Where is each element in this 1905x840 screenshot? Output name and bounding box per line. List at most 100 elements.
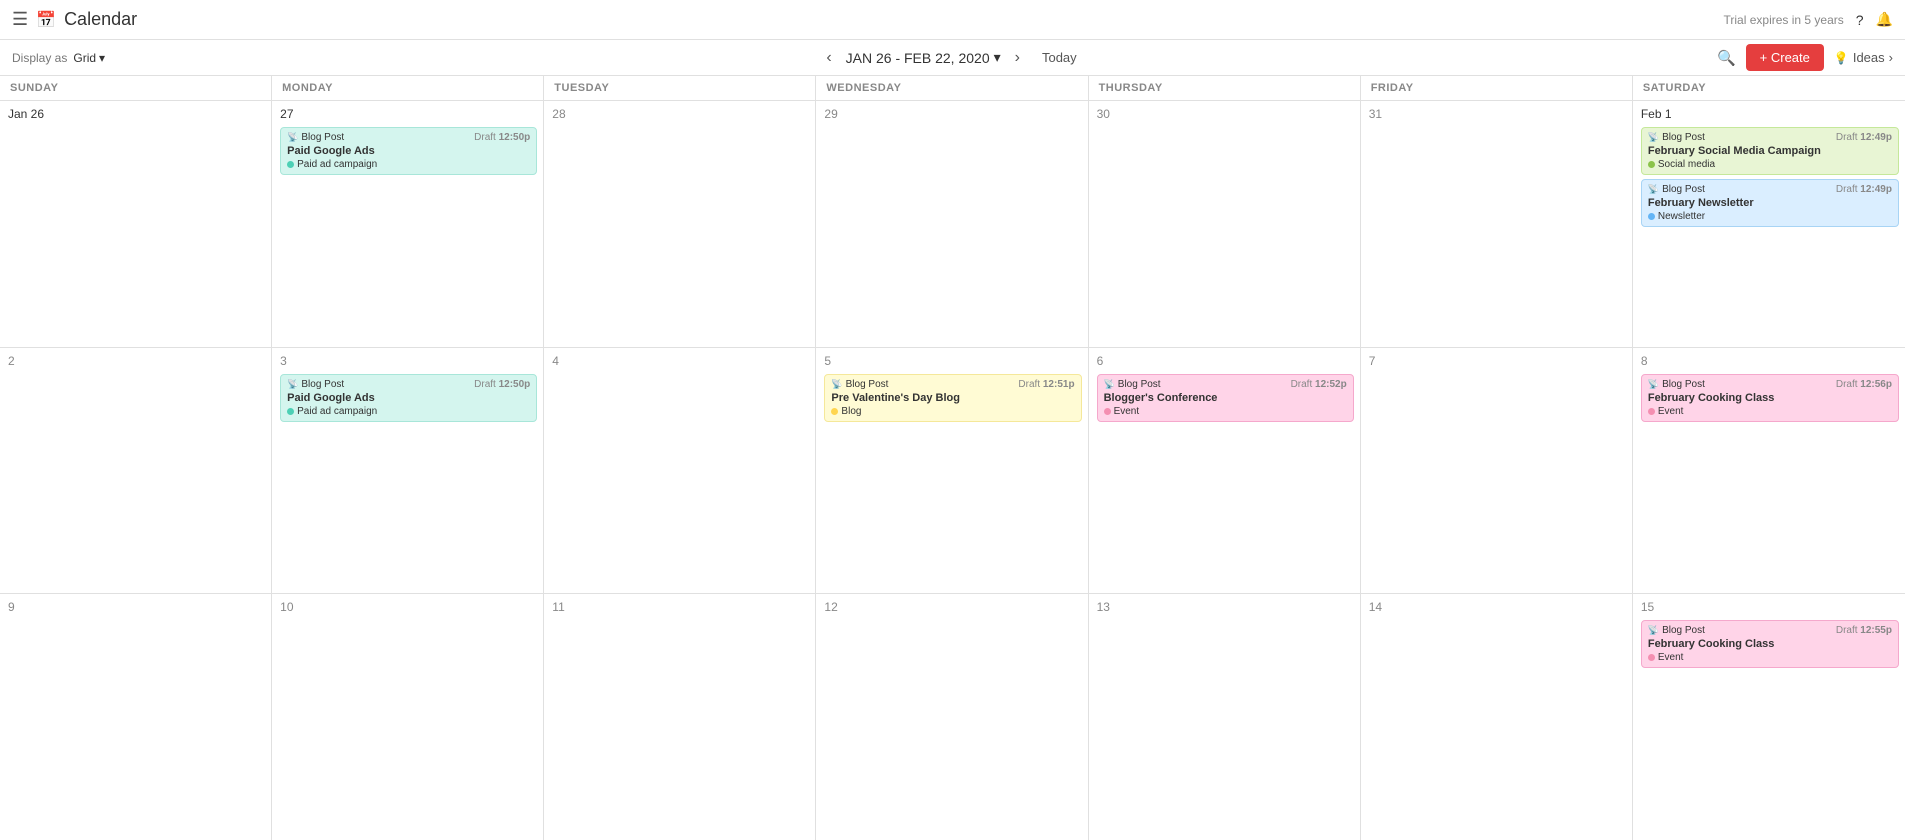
event-title: February Newsletter xyxy=(1648,197,1892,209)
day-number: 29 xyxy=(824,107,1081,121)
day-header-tuesday: TUESDAY xyxy=(544,76,816,100)
event-card[interactable]: 📡 Blog Post Draft 12:52p Blogger's Confere… xyxy=(1097,374,1354,422)
toolbar-left: Display as Grid ▾ xyxy=(12,51,639,65)
lightbulb-icon: 💡 xyxy=(1834,51,1849,65)
day-number: 4 xyxy=(552,354,809,368)
event-type: 📡 Blog Post xyxy=(1104,379,1161,390)
event-status: Draft 12:52p xyxy=(1291,379,1347,390)
day-cell[interactable]: 3📡 Blog PostDraft 12:50pPaid Google Ads … xyxy=(272,348,544,594)
event-card[interactable]: 📡 Blog Post Draft 12:49p February Newslett… xyxy=(1641,179,1899,227)
event-title: Blogger's Conference xyxy=(1104,392,1347,404)
calendar-body: Jan 2627📡 Blog PostDraft 12:50pPaid Goog… xyxy=(0,101,1905,840)
day-cell[interactable]: 30 xyxy=(1089,101,1361,347)
date-range[interactable]: JAN 26 - FEB 22, 2020 ▾ xyxy=(846,49,1001,66)
event-card[interactable]: 📡 Blog PostDraft 12:51pPre Valentine's D… xyxy=(824,374,1081,422)
day-number: 6 xyxy=(1097,354,1354,368)
day-cell[interactable]: Feb 1📡 Blog PostDraft 12:49pFebruary Soc… xyxy=(1633,101,1905,347)
event-title: February Cooking Class xyxy=(1648,392,1892,404)
day-cell[interactable]: 7 xyxy=(1361,348,1633,594)
bell-icon[interactable]: 🔔 xyxy=(1876,11,1893,28)
day-number: 9 xyxy=(8,600,265,614)
rss-icon: 📡 xyxy=(831,379,842,390)
day-header-friday: FRIDAY xyxy=(1361,76,1633,100)
event-card[interactable]: 📡 Blog PostDraft 12:56pFebruary Cooking … xyxy=(1641,374,1899,422)
day-number: 30 xyxy=(1097,107,1354,121)
day-number: 31 xyxy=(1369,107,1626,121)
day-cell[interactable]: 14 xyxy=(1361,594,1633,840)
ideas-chevron-icon: › xyxy=(1889,50,1893,65)
event-status: Draft 12:55p xyxy=(1836,625,1892,636)
day-cell[interactable]: 28 xyxy=(544,101,816,347)
day-cell[interactable]: 29 xyxy=(816,101,1088,347)
day-number: 11 xyxy=(552,600,809,614)
tag-dot xyxy=(1104,408,1111,415)
create-button[interactable]: + Create xyxy=(1746,44,1824,71)
day-cell[interactable]: 4 xyxy=(544,348,816,594)
event-status: Draft 12:50p xyxy=(474,379,530,390)
day-cell[interactable]: 27 📡 Blog PostDraft 12:50pPaid Google Ads… xyxy=(272,101,544,347)
grid-select[interactable]: Grid ▾ xyxy=(73,51,105,65)
day-number: 27 xyxy=(280,107,537,121)
date-chevron-icon: ▾ xyxy=(994,49,1001,66)
ideas-button[interactable]: 💡 Ideas › xyxy=(1834,50,1893,65)
tag-dot xyxy=(1648,654,1655,661)
day-cell[interactable]: 9 xyxy=(0,594,272,840)
event-status: Draft 12:50p xyxy=(474,132,530,143)
day-cell[interactable]: Jan 26 xyxy=(0,101,272,347)
day-number: 15 xyxy=(1641,600,1899,614)
event-status: Draft 12:49p xyxy=(1836,184,1892,195)
search-icon[interactable]: 🔍 xyxy=(1717,49,1736,67)
event-card[interactable]: 📡 Blog PostDraft 12:50pPaid Google Ads P… xyxy=(280,374,537,422)
day-number: 5 xyxy=(824,354,1081,368)
event-type: 📡 Blog Post xyxy=(287,379,344,390)
day-cell[interactable]: 5 📡 Blog PostDraft 12:51pPre Valentine's … xyxy=(816,348,1088,594)
day-cell[interactable]: 13 xyxy=(1089,594,1361,840)
day-headers: SUNDAYMONDAYTUESDAYWEDNESDAYTHURSDAYFRID… xyxy=(0,76,1905,101)
rss-icon: 📡 xyxy=(287,379,298,390)
prev-nav-button[interactable]: ‹ xyxy=(820,45,837,71)
day-number: 3 xyxy=(280,354,537,368)
day-number: 14 xyxy=(1369,600,1626,614)
event-title: February Social Media Campaign xyxy=(1648,145,1892,157)
event-card[interactable]: 📡 Blog PostDraft 12:49pFebruary Social M… xyxy=(1641,127,1899,175)
tag-dot xyxy=(1648,213,1655,220)
day-cell[interactable]: 15 📡 Blog PostDraft 12:55pFebruary Cookin… xyxy=(1633,594,1905,840)
day-cell[interactable]: 12 xyxy=(816,594,1088,840)
event-type: 📡 Blog Post xyxy=(1648,184,1705,195)
week-row-0: Jan 26 27 📡 Blog PostDraft 12:50pPaid Goog… xyxy=(0,101,1905,348)
day-cell[interactable]: 2 xyxy=(0,348,272,594)
day-header-monday: MONDAY xyxy=(272,76,544,100)
event-status: Draft 12:56p xyxy=(1836,379,1892,390)
toolbar-right: 🔍 + Create 💡 Ideas › xyxy=(1266,44,1893,71)
day-cell[interactable]: 11 xyxy=(544,594,816,840)
help-icon[interactable]: ? xyxy=(1856,12,1864,28)
display-as-label: Display as xyxy=(12,51,67,65)
day-number: Jan 26 xyxy=(8,107,265,121)
event-tag: Newsletter xyxy=(1648,211,1892,222)
day-cell[interactable]: 6 📡 Blog Post Draft 12:52p Blogger's Confer… xyxy=(1089,348,1361,594)
day-cell[interactable]: 10 xyxy=(272,594,544,840)
chevron-down-icon: ▾ xyxy=(99,51,105,65)
rss-icon: 📡 xyxy=(1104,379,1115,390)
event-tag: Social media xyxy=(1648,159,1892,170)
rss-icon: 📡 xyxy=(1648,132,1659,143)
day-number: 13 xyxy=(1097,600,1354,614)
day-number: 28 xyxy=(552,107,809,121)
event-tag: Event xyxy=(1104,406,1347,417)
week-row-2: 9 10 11 12 13 14 15 📡 Blog PostDraft 12:55pFebr… xyxy=(0,594,1905,840)
next-nav-button[interactable]: › xyxy=(1009,45,1026,71)
calendar: SUNDAYMONDAYTUESDAYWEDNESDAYTHURSDAYFRID… xyxy=(0,76,1905,840)
event-card[interactable]: 📡 Blog PostDraft 12:55pFebruary Cooking … xyxy=(1641,620,1899,668)
tag-dot xyxy=(1648,408,1655,415)
app-title: Calendar xyxy=(64,9,137,30)
day-number: 12 xyxy=(824,600,1081,614)
topbar-left: ☰ 📅 Calendar xyxy=(12,9,953,30)
day-cell[interactable]: 8📡 Blog PostDraft 12:56pFebruary Cooking… xyxy=(1633,348,1905,594)
event-card[interactable]: 📡 Blog PostDraft 12:50pPaid Google Ads P… xyxy=(280,127,537,175)
day-cell[interactable]: 31 xyxy=(1361,101,1633,347)
event-title: Pre Valentine's Day Blog xyxy=(831,392,1074,404)
menu-button[interactable]: ☰ xyxy=(12,9,28,30)
today-button[interactable]: Today xyxy=(1034,46,1085,69)
event-tag: Paid ad campaign xyxy=(287,159,530,170)
rss-icon: 📡 xyxy=(287,132,298,143)
